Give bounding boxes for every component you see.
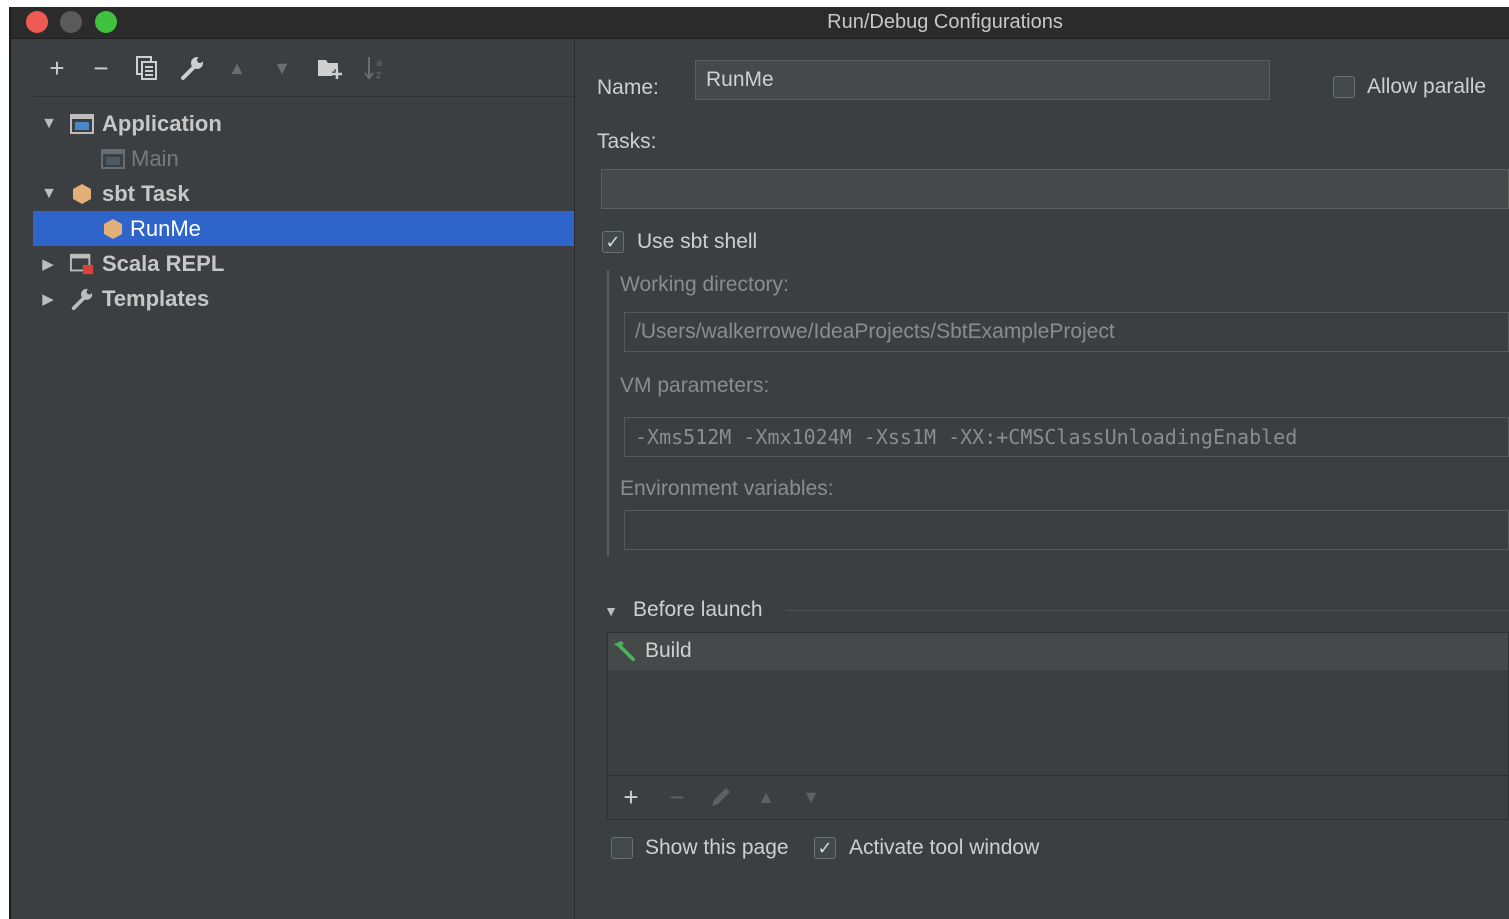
wrench-icon — [181, 57, 203, 80]
window-title: Run/Debug Configurations — [827, 11, 1063, 33]
activate-tool-window-label: Activate tool window — [849, 836, 1040, 859]
svg-text:z: z — [376, 70, 381, 81]
tree-item-application[interactable]: ▼ Application — [33, 106, 574, 141]
sbt-icon — [70, 182, 94, 206]
show-this-page-label: Show this page — [645, 836, 789, 859]
name-input[interactable]: RunMe — [695, 60, 1270, 100]
move-task-down-button[interactable]: ▼ — [796, 782, 826, 812]
pencil-icon — [712, 788, 730, 806]
configuration-editor: Name: RunMe Allow paralle Tasks: ✓ Use s… — [576, 40, 1509, 919]
tree-item-sbt-task[interactable]: ▼ sbt Task — [33, 176, 574, 211]
allow-parallel-checkbox[interactable] — [1333, 76, 1355, 98]
title-bar: Run/Debug Configurations — [11, 7, 1509, 39]
tree-item-label: RunMe — [130, 215, 201, 241]
edit-templates-button[interactable] — [176, 52, 208, 84]
expand-arrow-icon[interactable]: ▼ — [41, 115, 57, 133]
move-up-button[interactable]: ▲ — [221, 52, 253, 84]
arrow-down-icon: ▼ — [802, 786, 820, 807]
name-label: Name: — [597, 76, 659, 99]
use-sbt-shell-checkbox[interactable]: ✓ — [602, 231, 624, 253]
before-launch-separator — [786, 610, 1509, 611]
configurations-tree: ▼ Application Main ▼ sbt Task RunMe ▶ Sc… — [33, 96, 574, 919]
before-launch-item-label: Build — [645, 639, 692, 662]
application-icon — [101, 147, 125, 171]
vm-parameters-input[interactable]: -Xms512M -Xmx1024M -Xss1M -XX:+CMSClassU… — [624, 417, 1509, 457]
allow-parallel-label: Allow paralle — [1367, 75, 1487, 98]
before-launch-item-build[interactable]: Build — [608, 633, 1508, 670]
tree-item-label: sbt Task — [102, 180, 190, 206]
collapse-arrow-icon[interactable]: ▶ — [40, 255, 56, 273]
move-task-up-button[interactable]: ▲ — [751, 782, 781, 812]
use-sbt-shell-label: Use sbt shell — [637, 230, 758, 253]
remove-configuration-button[interactable]: − — [85, 52, 117, 84]
tree-item-label: Main — [131, 145, 179, 171]
tree-item-templates[interactable]: ▶ Templates — [33, 281, 574, 316]
expand-arrow-icon[interactable]: ▼ — [41, 185, 57, 203]
working-directory-input[interactable]: /Users/walkerrowe/IdeaProjects/SbtExampl… — [624, 312, 1509, 352]
copy-icon — [136, 56, 157, 80]
sbt-shell-group-line — [607, 270, 609, 556]
sbt-icon — [101, 217, 125, 241]
wrench-icon — [70, 287, 94, 311]
arrow-up-icon: ▲ — [228, 57, 246, 78]
vm-parameters-label: VM parameters: — [620, 374, 770, 397]
before-launch-toolbar: + − ▲ ▼ — [608, 775, 1508, 819]
tree-item-label: Templates — [102, 285, 210, 311]
edit-task-button[interactable] — [706, 782, 736, 812]
move-down-button[interactable]: ▼ — [266, 52, 298, 84]
copy-configuration-button[interactable] — [131, 52, 163, 84]
application-icon — [70, 112, 94, 136]
scala-repl-icon — [70, 252, 94, 276]
hammer-icon — [611, 639, 635, 663]
environment-variables-label: Environment variables: — [620, 477, 834, 500]
arrow-down-icon: ▼ — [273, 57, 291, 78]
collapse-arrow-icon[interactable]: ▶ — [40, 290, 56, 308]
before-launch-title: Before launch — [633, 598, 763, 621]
tree-item-label: Scala REPL — [102, 250, 225, 276]
tree-item-scala-repl[interactable]: ▶ Scala REPL — [33, 246, 574, 281]
arrow-up-icon: ▲ — [757, 786, 775, 807]
minus-icon: − — [669, 781, 685, 812]
environment-variables-input[interactable] — [624, 510, 1509, 550]
before-launch-list: Build + − ▲ ▼ — [607, 632, 1509, 820]
tree-item-main[interactable]: Main — [33, 141, 574, 176]
sort-alpha-icon: az — [364, 57, 382, 81]
run-debug-configurations-window: Run/Debug Configurations + − ▲ ▼ az ▼ Ap… — [9, 7, 1509, 919]
tasks-input[interactable] — [601, 169, 1509, 209]
plus-icon: + — [49, 52, 65, 83]
minus-icon: − — [93, 52, 109, 83]
svg-text:a: a — [376, 58, 382, 69]
remove-task-button[interactable]: − — [662, 782, 692, 812]
configurations-toolbar: + − ▲ ▼ az — [33, 40, 574, 96]
tree-item-label: Application — [102, 110, 222, 136]
configurations-panel: + − ▲ ▼ az ▼ Application Main ▼ sbt Task… — [33, 40, 575, 919]
add-configuration-button[interactable]: + — [41, 52, 73, 84]
add-task-button[interactable]: + — [616, 782, 646, 812]
tasks-label: Tasks: — [597, 130, 657, 153]
new-folder-button[interactable] — [314, 52, 346, 84]
show-this-page-checkbox[interactable] — [611, 837, 633, 859]
working-directory-label: Working directory: — [620, 273, 789, 296]
folder-add-icon — [318, 60, 342, 79]
plus-icon: + — [623, 781, 639, 812]
activate-tool-window-checkbox[interactable]: ✓ — [814, 837, 836, 859]
tree-item-runme[interactable]: RunMe — [33, 211, 574, 246]
before-launch-collapse-icon[interactable]: ▼ — [603, 603, 619, 619]
sort-configurations-button[interactable]: az — [359, 52, 391, 84]
